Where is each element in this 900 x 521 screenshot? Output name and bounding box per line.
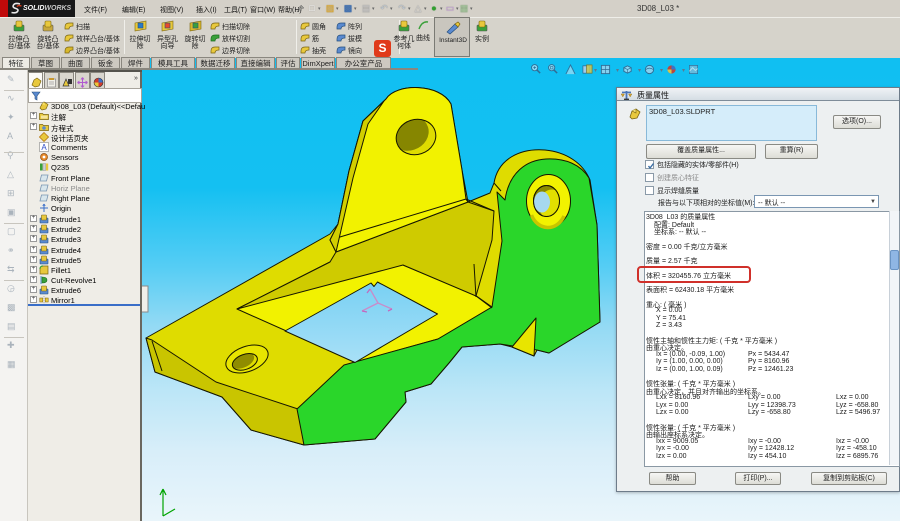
- svg-text:A: A: [41, 143, 47, 152]
